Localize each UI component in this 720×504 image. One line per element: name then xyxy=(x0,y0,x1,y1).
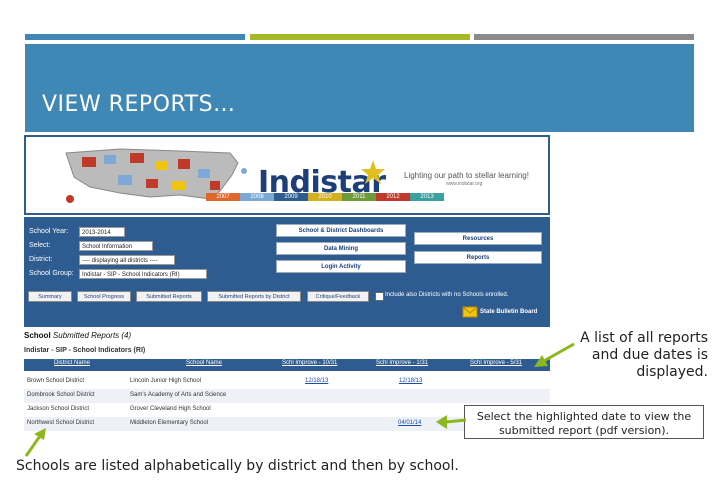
envelope-icon xyxy=(462,306,478,318)
banner-url: www.indistar.org xyxy=(446,181,483,187)
accent-bar-green xyxy=(250,34,470,40)
banner-tagline: Lighting our path to stellar learning! xyxy=(404,171,529,180)
table-row: Brown School District Lincoln Junior Hig… xyxy=(24,375,550,389)
data-mining-button[interactable]: Data Mining xyxy=(276,242,406,255)
school-name: Grover Cleveland High School xyxy=(130,406,211,412)
login-activity-button[interactable]: Login Activity xyxy=(276,260,406,273)
school-name: Lincoln Junior High School xyxy=(130,378,202,384)
callout-reports-list: A list of all reports and due dates is d… xyxy=(580,330,708,380)
column-header-district[interactable]: District Name xyxy=(54,360,90,366)
callout-sorting: Schools are listed alphabetically by dis… xyxy=(16,458,459,474)
year-label: 2011 xyxy=(342,193,376,201)
include-districts-checkbox[interactable] xyxy=(375,292,384,301)
title-band: VIEW REPORTS… xyxy=(25,44,694,132)
tab-submitted-reports[interactable]: Submitted Reports xyxy=(136,291,202,302)
school-year-label: School Year: xyxy=(29,228,69,235)
state-bulletin-board-link[interactable]: State Bulletin Board xyxy=(480,309,537,315)
district-select[interactable]: ---- displaying all districts ---- xyxy=(79,255,175,265)
star-icon xyxy=(361,160,385,184)
report-date-link[interactable]: 12/18/13 xyxy=(399,378,422,384)
year-label: 2008 xyxy=(240,193,274,201)
report-subheading: Indistar - SIP - School Indicators (RI) xyxy=(24,347,146,354)
column-header-due-531[interactable]: Schl Improve - 5/31 xyxy=(470,360,522,366)
year-strip: 2007 2008 2009 2010 2011 2012 2013 xyxy=(206,193,444,201)
year-label: 2013 xyxy=(410,193,444,201)
column-header-school[interactable]: School Name xyxy=(186,360,222,366)
school-name: Middleton Elementary School xyxy=(130,420,209,426)
accent-bar-gray xyxy=(474,34,694,40)
select-dropdown[interactable]: School Information xyxy=(79,241,153,251)
include-districts-label: Include also Districts with no Schools e… xyxy=(385,292,509,298)
report-heading: School Submitted Reports (4) xyxy=(24,331,131,340)
select-label: Select: xyxy=(29,242,51,249)
table-row: Northwest School District Middleton Elem… xyxy=(24,417,464,431)
reports-button[interactable]: Reports xyxy=(414,251,542,264)
district-name: Dombrook School District xyxy=(27,392,95,398)
report-heading-bold: School xyxy=(24,331,51,340)
year-label: 2009 xyxy=(274,193,308,201)
indistar-banner: Indistar Lighting our path to stellar le… xyxy=(24,135,550,215)
report-date-link[interactable]: 12/18/13 xyxy=(305,378,328,384)
arrow-to-district-icon xyxy=(24,428,46,457)
accent-bar-blue xyxy=(25,34,245,40)
year-label: 2010 xyxy=(308,193,342,201)
school-name: Sam's Academy of Arts and Science xyxy=(130,392,227,398)
resources-button[interactable]: Resources xyxy=(414,232,542,245)
year-label: 2012 xyxy=(376,193,410,201)
tab-submitted-reports-by-district[interactable]: Submitted Reports by District xyxy=(207,291,301,302)
indistar-screenshot: Indistar Lighting our path to stellar le… xyxy=(24,135,550,375)
district-name: Brown School District xyxy=(27,378,85,384)
school-year-select[interactable]: 2013-2014 xyxy=(79,227,125,237)
arrow-to-date-icon xyxy=(436,415,467,429)
tab-summary[interactable]: Summary xyxy=(28,291,72,302)
callout-highlighted-date: Select the highlighted date to view the … xyxy=(476,410,692,437)
dashboards-button[interactable]: School & District Dashboards xyxy=(276,224,406,237)
district-label: District: xyxy=(29,256,53,263)
slide-title: VIEW REPORTS… xyxy=(42,92,236,117)
year-label: 2007 xyxy=(206,193,240,201)
report-date-link[interactable]: 04/01/14 xyxy=(398,420,421,426)
district-name: Jackson School District xyxy=(27,406,90,412)
column-header-due-131[interactable]: Schl Improve - 1/31 xyxy=(376,360,428,366)
column-header-due-1031[interactable]: Schl Improve - 10/31 xyxy=(282,360,337,366)
table-row: Dombrook School District Sam's Academy o… xyxy=(24,389,550,403)
tab-critique-feedback[interactable]: Critique/Feedback xyxy=(307,291,369,302)
tab-school-progress[interactable]: School Progress xyxy=(77,291,131,302)
school-group-label: School Group: xyxy=(29,270,74,277)
school-group-select[interactable]: Indistar - SIP - School Indicators (RI) xyxy=(79,269,207,279)
report-heading-rest: Submitted Reports (4) xyxy=(52,331,132,340)
